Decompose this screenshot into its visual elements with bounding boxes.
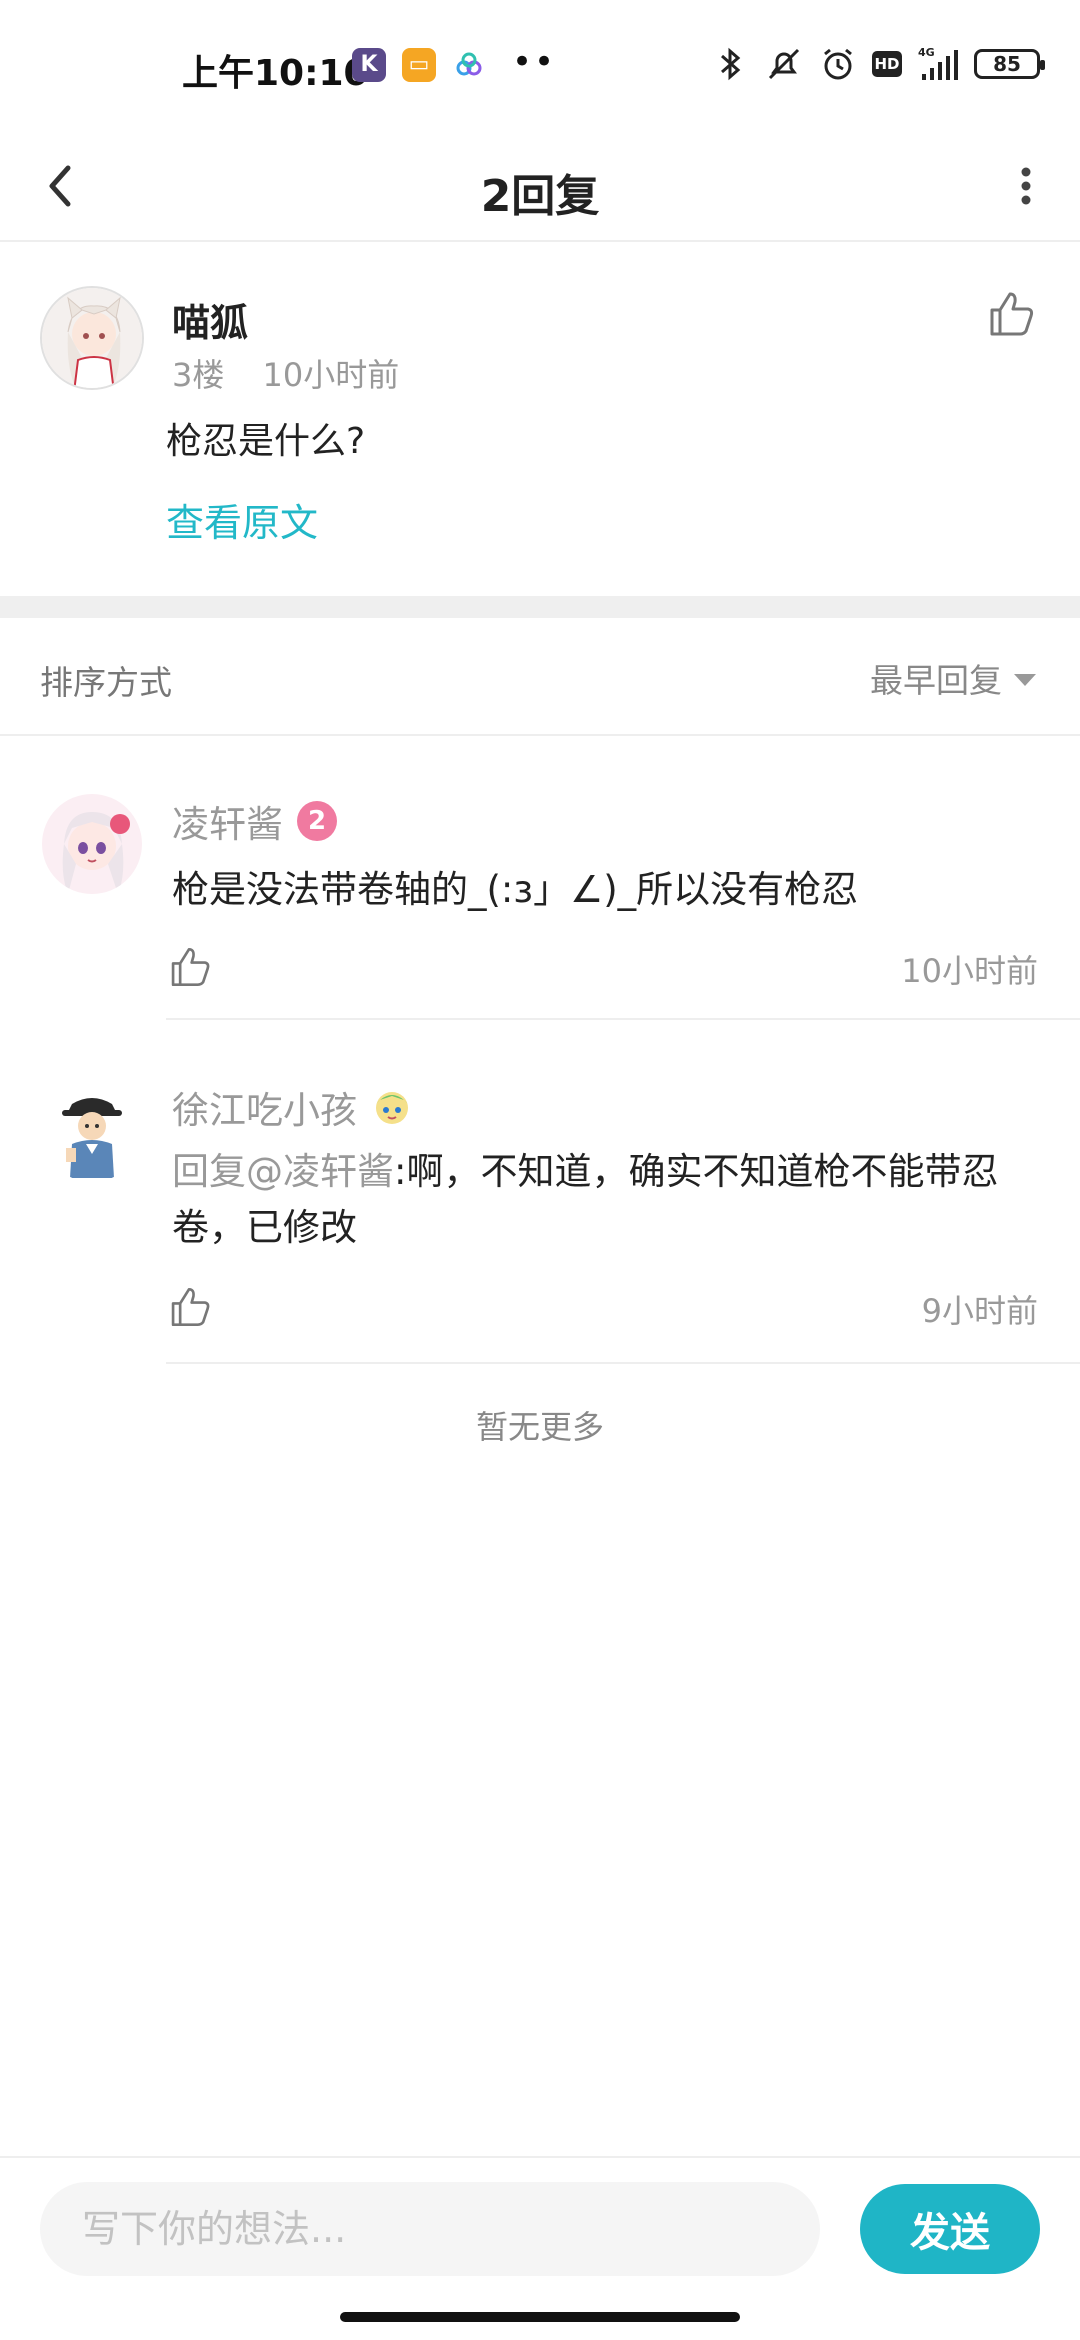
post-meta: 3楼 10小时前	[172, 350, 427, 396]
author-name[interactable]: 喵狐	[172, 292, 248, 347]
reply-item: 凌轩酱 2 枪是没法带卷轴的_(:з」∠)_所以没有枪忍 10小时前	[0, 738, 1080, 1022]
status-time: 上午10:10	[182, 53, 369, 94]
avatar[interactable]	[42, 1082, 142, 1182]
original-comment: 喵狐 3楼 10小时前 枪忍是什么? 查看原文	[0, 244, 1080, 596]
signal-icon: 4G	[918, 46, 958, 80]
more-options-button[interactable]	[1002, 154, 1050, 218]
sort-dropdown[interactable]: 最早回复	[870, 654, 1036, 702]
thumbs-up-icon[interactable]	[166, 1284, 212, 1330]
reply-author[interactable]: 凌轩酱 2	[172, 794, 337, 848]
section-divider	[0, 596, 1080, 618]
more-notifications-icon: ••	[512, 42, 557, 82]
status-bar: 上午10:10 K ▭ •• HD 4G 85	[0, 0, 1080, 130]
reply-author[interactable]: 徐江吃小孩	[172, 1080, 413, 1134]
app-cloud-icon	[456, 52, 482, 76]
sort-bar: 排序方式 最早回复	[0, 618, 1080, 736]
battery-icon: 85	[974, 49, 1045, 79]
alarm-icon	[824, 48, 852, 80]
reply-content: 回复@凌轩酱:啊，不知道，确实不知道枪不能带忍卷，已修改	[172, 1144, 1042, 1256]
post-time: 10小时前	[262, 356, 400, 394]
floor-number: 3楼	[172, 356, 225, 394]
author-name: 徐江吃小孩	[172, 1089, 357, 1132]
caret-down-icon	[1014, 674, 1036, 686]
level-badge: 2	[297, 801, 337, 841]
comment-content: 枪忍是什么?	[166, 421, 366, 462]
divider	[166, 1018, 1080, 1020]
view-original-link[interactable]: 查看原文	[166, 492, 318, 547]
sort-selected: 最早回复	[870, 661, 1002, 700]
avatar[interactable]	[40, 286, 144, 390]
reply-time: 10小时前	[901, 952, 1038, 990]
nav-header: 2回复	[0, 130, 1080, 242]
comment-composer: 发送	[0, 2156, 1080, 2298]
home-indicator[interactable]	[340, 2312, 740, 2322]
mute-icon	[768, 48, 800, 80]
bluetooth-icon	[721, 47, 741, 81]
status-icons: HD 4G 85	[710, 44, 1045, 84]
reply-time: 9小时前	[921, 1292, 1038, 1330]
hd-icon: HD	[872, 51, 902, 77]
author-name: 凌轩酱	[172, 803, 283, 846]
app-notes-icon: ▭	[402, 48, 436, 82]
mention-link[interactable]: 回复@凌轩酱	[172, 1150, 394, 1193]
comment-input[interactable]	[40, 2182, 820, 2276]
send-button[interactable]: 发送	[860, 2184, 1040, 2274]
page-title: 2回复	[480, 171, 600, 222]
reply-content: 枪是没法带卷轴的_(:з」∠)_所以没有枪忍	[172, 868, 859, 911]
no-more-text: 暂无更多	[475, 1408, 604, 1446]
svg-text:4G: 4G	[918, 46, 935, 59]
avatar[interactable]	[42, 794, 142, 894]
sort-label: 排序方式	[40, 663, 172, 702]
divider	[166, 1362, 1080, 1364]
thumbs-up-icon[interactable]	[984, 288, 1036, 340]
app-k-icon: K	[352, 48, 386, 82]
reply-item: 徐江吃小孩 回复@凌轩酱:啊，不知道，确实不知道枪不能带忍卷，已修改 9小时前	[0, 1022, 1080, 1366]
user-badge-icon	[376, 1092, 408, 1124]
thumbs-up-icon[interactable]	[166, 944, 212, 990]
